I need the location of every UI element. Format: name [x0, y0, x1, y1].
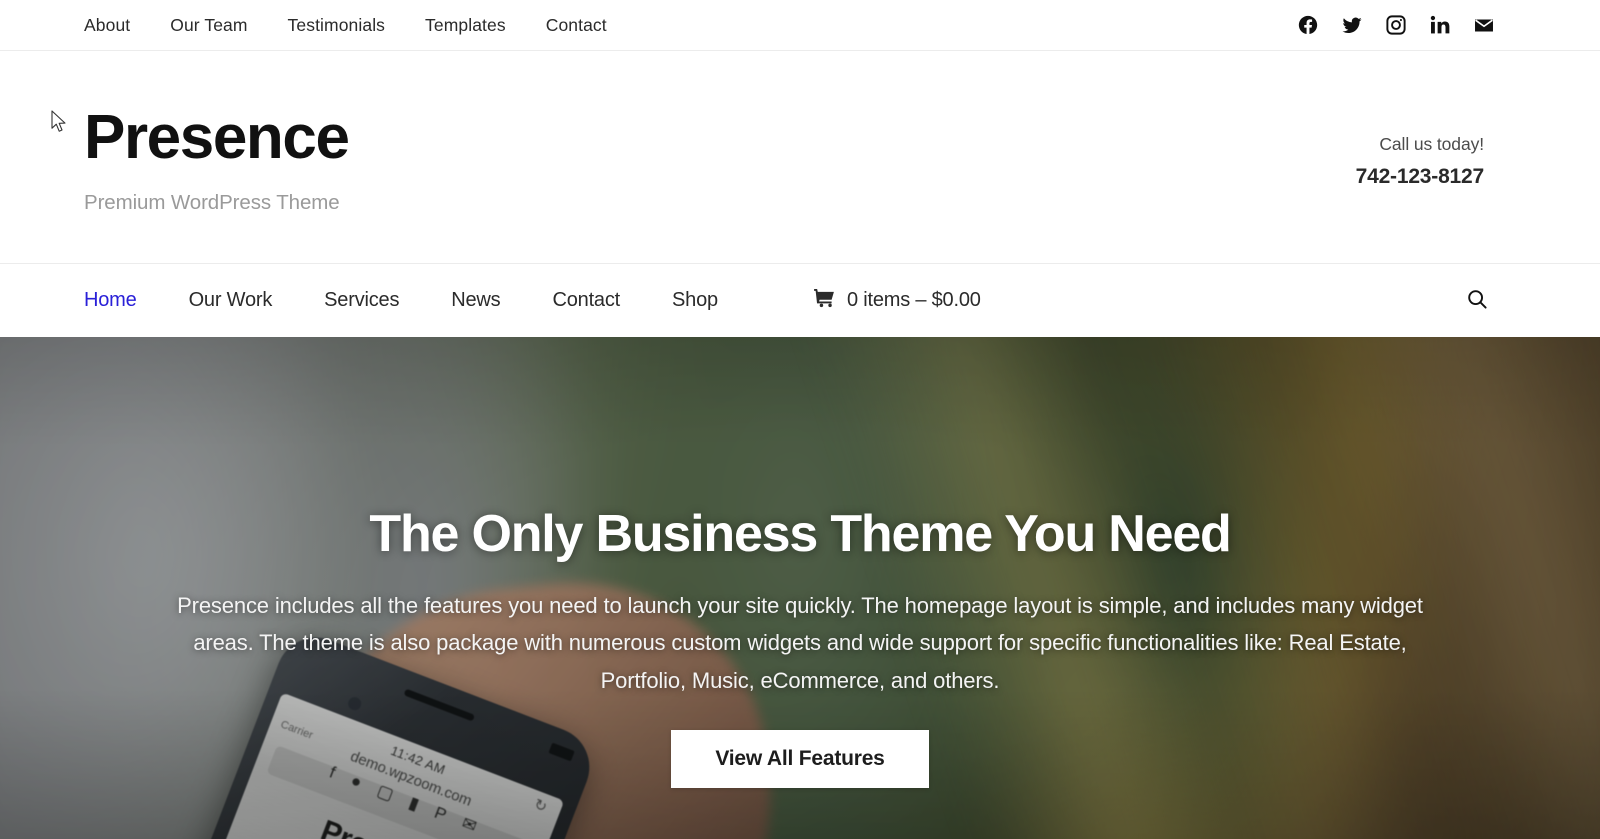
- hero-slider[interactable]: ↻ 11:42 AM Carrier demo.wpzoom.com f ● ▢…: [0, 337, 1600, 839]
- topnav-item-our-team[interactable]: Our Team: [150, 15, 267, 36]
- primary-navigation: Home Our Work Services News Contact Shop…: [84, 287, 1007, 315]
- view-all-features-button[interactable]: View All Features: [671, 730, 929, 789]
- site-title[interactable]: Presence: [84, 107, 350, 169]
- cart-summary-text: 0 items – $0.00: [846, 289, 981, 311]
- nav-item-news[interactable]: News: [425, 289, 526, 312]
- hero-title: The Only Business Theme You Need: [369, 505, 1231, 563]
- nav-item-home[interactable]: Home: [84, 289, 163, 312]
- nav-item-our-work[interactable]: Our Work: [163, 289, 299, 312]
- hero-content: The Only Business Theme You Need Presenc…: [0, 337, 1600, 839]
- topnav-item-contact[interactable]: Contact: [526, 15, 627, 36]
- top-utility-bar: About Our Team Testimonials Templates Co…: [0, 0, 1600, 51]
- site-branding-bar: Presence Premium WordPress Theme Call us…: [0, 51, 1600, 264]
- search-toggle-button[interactable]: [1460, 284, 1494, 318]
- social-links: [1297, 14, 1516, 36]
- phone-number[interactable]: 742-123-8127: [1356, 165, 1485, 189]
- twitter-icon[interactable]: [1341, 14, 1363, 36]
- topnav-item-testimonials[interactable]: Testimonials: [268, 15, 405, 36]
- call-us-label: Call us today!: [1379, 133, 1484, 154]
- nav-item-contact[interactable]: Contact: [526, 289, 646, 312]
- topnav-item-about[interactable]: About: [84, 15, 150, 36]
- site-tagline: Premium WordPress Theme: [84, 191, 340, 214]
- instagram-icon[interactable]: [1385, 14, 1407, 36]
- page-root: About Our Team Testimonials Templates Co…: [0, 0, 1600, 839]
- primary-navigation-bar: Home Our Work Services News Contact Shop…: [0, 264, 1600, 337]
- hero-description: Presence includes all the features you n…: [177, 592, 1423, 694]
- nav-item-services[interactable]: Services: [298, 289, 425, 312]
- branding-block: Presence Premium WordPress Theme: [84, 99, 350, 215]
- secondary-navigation: About Our Team Testimonials Templates Co…: [84, 15, 627, 36]
- cart-link[interactable]: 0 items – $0.00: [786, 287, 1007, 315]
- topnav-item-templates[interactable]: Templates: [405, 15, 526, 36]
- facebook-icon[interactable]: [1297, 14, 1319, 36]
- nav-item-shop[interactable]: Shop: [646, 289, 744, 312]
- email-icon[interactable]: [1473, 14, 1495, 36]
- linkedin-icon[interactable]: [1429, 14, 1451, 36]
- contact-block: Call us today! 742-123-8127: [1356, 126, 1516, 189]
- search-icon: [1466, 288, 1488, 313]
- shopping-cart-icon: [812, 287, 836, 315]
